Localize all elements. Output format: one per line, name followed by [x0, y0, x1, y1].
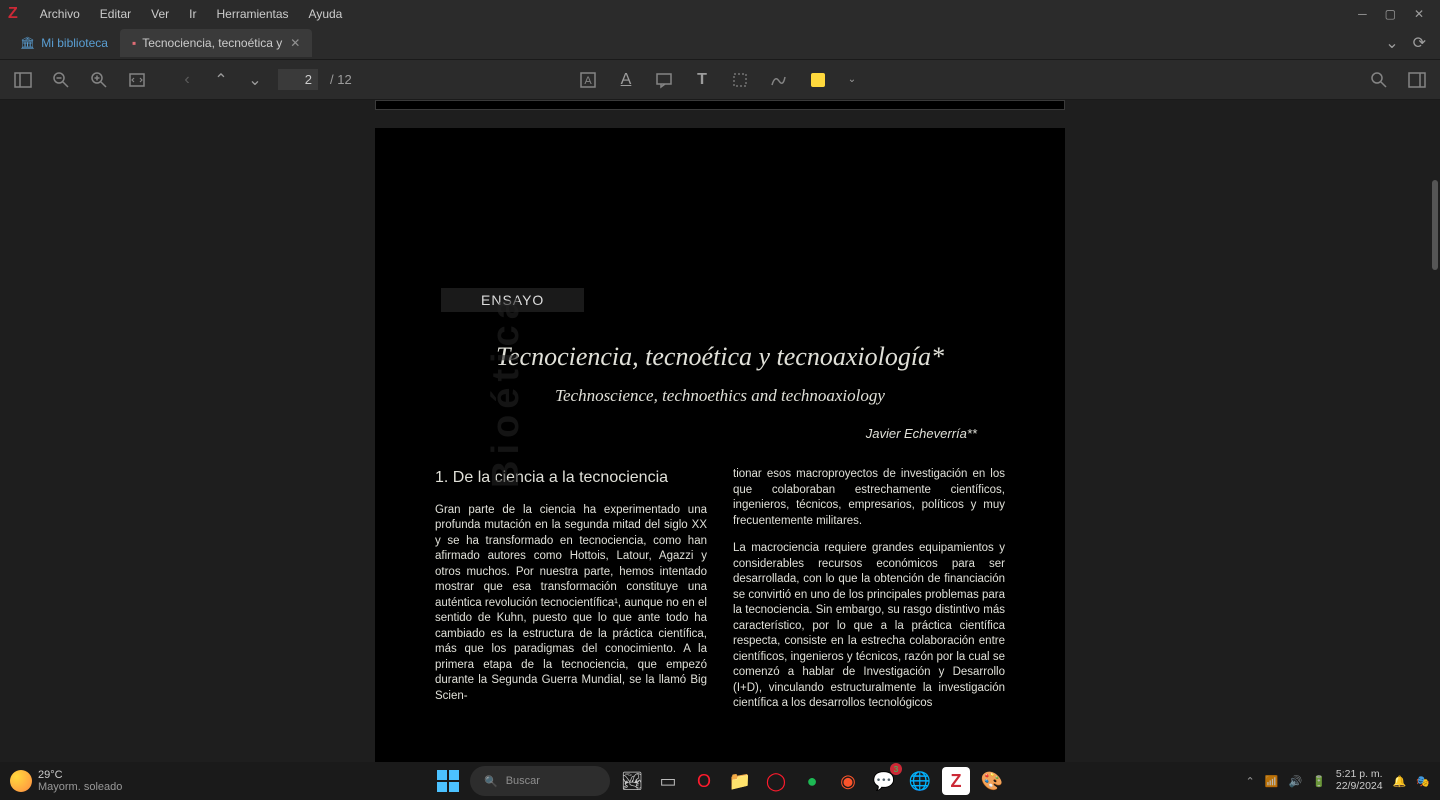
chevron-down-icon[interactable]: ⌄ [1385, 33, 1398, 53]
page-number-input[interactable] [278, 69, 318, 90]
area-tool-icon[interactable] [729, 69, 751, 91]
window-controls: ─ ▢ ✕ [1358, 7, 1432, 21]
tab-library-label: Mi biblioteca [41, 36, 108, 50]
minimize-icon[interactable]: ─ [1358, 7, 1367, 21]
weather-desc: Mayorm. soleado [38, 781, 122, 793]
start-button[interactable] [434, 767, 462, 795]
menu-herramientas[interactable]: Herramientas [207, 7, 299, 21]
weather-text: 29°C Mayorm. soleado [38, 769, 122, 793]
color-dropdown-icon[interactable]: ⌄ [841, 69, 863, 91]
taskbar-center: 🔍 Buscar 🏞 ▭ O 📁 ◯ ● ◉ 💬3 🌐 Z 🎨 [434, 766, 1006, 796]
taskbar-app-paint[interactable]: 🎨 [978, 767, 1006, 795]
menu-editar[interactable]: Editar [90, 7, 141, 21]
weather-temp: 29°C [38, 769, 122, 781]
page-down-icon[interactable]: ⌄ [244, 69, 266, 91]
taskbar-app-circle[interactable]: ◯ [762, 767, 790, 795]
section-heading: 1. De la ciencia a la tecnociencia [435, 467, 707, 489]
search-icon[interactable] [1368, 69, 1390, 91]
highlight-tool-icon[interactable]: A [577, 69, 599, 91]
page-nav-group: ‹ ⌃ ⌄ / 12 [176, 69, 352, 91]
weather-widget[interactable]: 29°C Mayorm. soleado [10, 769, 122, 793]
context-pane-icon[interactable] [1406, 69, 1428, 91]
annotation-color-indicator[interactable] [811, 73, 825, 87]
page-watermark: Bioética [485, 292, 528, 488]
body-paragraph: tionar esos macroproyectos de investigac… [733, 467, 1005, 529]
toolbar-right [1368, 69, 1428, 91]
menu-ver[interactable]: Ver [141, 7, 179, 21]
search-icon: 🔍 [484, 775, 498, 788]
system-tray: ⌃ 📶 🔊 🔋 5:21 p. m. 22/9/2024 🔔 🎭 [1246, 769, 1430, 792]
app-logo: Z [8, 5, 18, 23]
windows-taskbar: 29°C Mayorm. soleado 🔍 Buscar 🏞 ▭ O 📁 ◯ … [0, 762, 1440, 800]
search-placeholder: Buscar [506, 775, 540, 787]
taskbar-clock[interactable]: 5:21 p. m. 22/9/2024 [1336, 769, 1383, 792]
tray-volume-icon[interactable]: 🔊 [1288, 775, 1302, 788]
nav-back-icon[interactable]: ‹ [176, 69, 198, 91]
menu-ayuda[interactable]: Ayuda [299, 7, 353, 21]
taskbar-app-whatsapp[interactable]: 💬3 [870, 767, 898, 795]
pdf-page: Bioética ENSAYO Tecnociencia, tecnoética… [375, 128, 1065, 762]
prev-page-edge [375, 100, 1065, 110]
taskbar-app-desktop[interactable]: 🏞 [618, 767, 646, 795]
page-total-label: / 12 [330, 72, 352, 87]
taskbar-app-zotero[interactable]: Z [942, 767, 970, 795]
draw-tool-icon[interactable] [767, 69, 789, 91]
taskbar-app-explorer[interactable]: 📁 [726, 767, 754, 795]
tabs-right-controls: ⌄ ⟳ [1385, 33, 1432, 53]
article-columns: 1. De la ciencia a la tecnociencia Gran … [435, 467, 1005, 712]
tray-wifi-icon[interactable]: 📶 [1265, 775, 1279, 788]
taskbar-app-taskview[interactable]: ▭ [654, 767, 682, 795]
taskbar-app-chrome[interactable]: 🌐 [906, 767, 934, 795]
sync-icon[interactable]: ⟳ [1413, 33, 1426, 53]
note-tool-icon[interactable] [653, 69, 675, 91]
pdf-viewer[interactable]: Bioética ENSAYO Tecnociencia, tecnoética… [0, 100, 1440, 762]
pdf-icon: ▪ [132, 36, 136, 50]
tab-library[interactable]: 🏛 Mi biblioteca [8, 29, 120, 57]
svg-text:A: A [584, 75, 592, 87]
menu-bar: Z Archivo Editar Ver Ir Herramientas Ayu… [0, 0, 1440, 27]
zoom-out-icon[interactable] [50, 69, 72, 91]
tabs-bar: 🏛 Mi biblioteca ▪ Tecnociencia, tecnoéti… [0, 27, 1440, 60]
tray-chevron-icon[interactable]: ⌃ [1246, 775, 1255, 788]
close-icon[interactable]: ✕ [1414, 7, 1424, 21]
text-tool-icon[interactable]: T [691, 69, 713, 91]
underline-tool-icon[interactable]: A [615, 69, 637, 91]
library-icon: 🏛 [20, 36, 35, 50]
tray-copilot-icon[interactable]: 🎭 [1416, 775, 1430, 788]
taskbar-app-spotify[interactable]: ● [798, 767, 826, 795]
scrollbar-thumb[interactable] [1432, 180, 1438, 270]
column-right: tionar esos macroproyectos de investigac… [733, 467, 1005, 712]
taskbar-search[interactable]: 🔍 Buscar [470, 766, 610, 796]
taskbar-app-opera[interactable]: O [690, 767, 718, 795]
weather-icon [10, 770, 32, 792]
body-paragraph: Gran parte de la ciencia ha experimentad… [435, 503, 707, 705]
zoom-fit-icon[interactable] [126, 69, 148, 91]
sidebar-toggle-icon[interactable] [12, 69, 34, 91]
clock-date: 22/9/2024 [1336, 781, 1383, 793]
zoom-in-icon[interactable] [88, 69, 110, 91]
reader-toolbar: ‹ ⌃ ⌄ / 12 A A T ⌄ [0, 60, 1440, 100]
column-left: 1. De la ciencia a la tecnociencia Gran … [435, 467, 707, 712]
tray-notification-icon[interactable]: 🔔 [1393, 775, 1407, 788]
tab-document[interactable]: ▪ Tecnociencia, tecnoética y ✕ [120, 29, 312, 57]
tab-close-icon[interactable]: ✕ [290, 36, 300, 50]
toolbar-center: A A T ⌄ [577, 69, 863, 91]
page-container: Bioética ENSAYO Tecnociencia, tecnoética… [375, 100, 1065, 762]
tab-document-label: Tecnociencia, tecnoética y [142, 36, 282, 50]
tray-battery-icon[interactable]: 🔋 [1312, 775, 1326, 788]
menu-archivo[interactable]: Archivo [30, 7, 90, 21]
body-paragraph: La macrociencia requiere grandes equipam… [733, 541, 1005, 712]
page-up-icon[interactable]: ⌃ [210, 69, 232, 91]
toolbar-left: ‹ ⌃ ⌄ / 12 [12, 69, 352, 91]
maximize-icon[interactable]: ▢ [1385, 7, 1396, 21]
menu-ir[interactable]: Ir [179, 7, 206, 21]
taskbar-app-brave[interactable]: ◉ [834, 767, 862, 795]
